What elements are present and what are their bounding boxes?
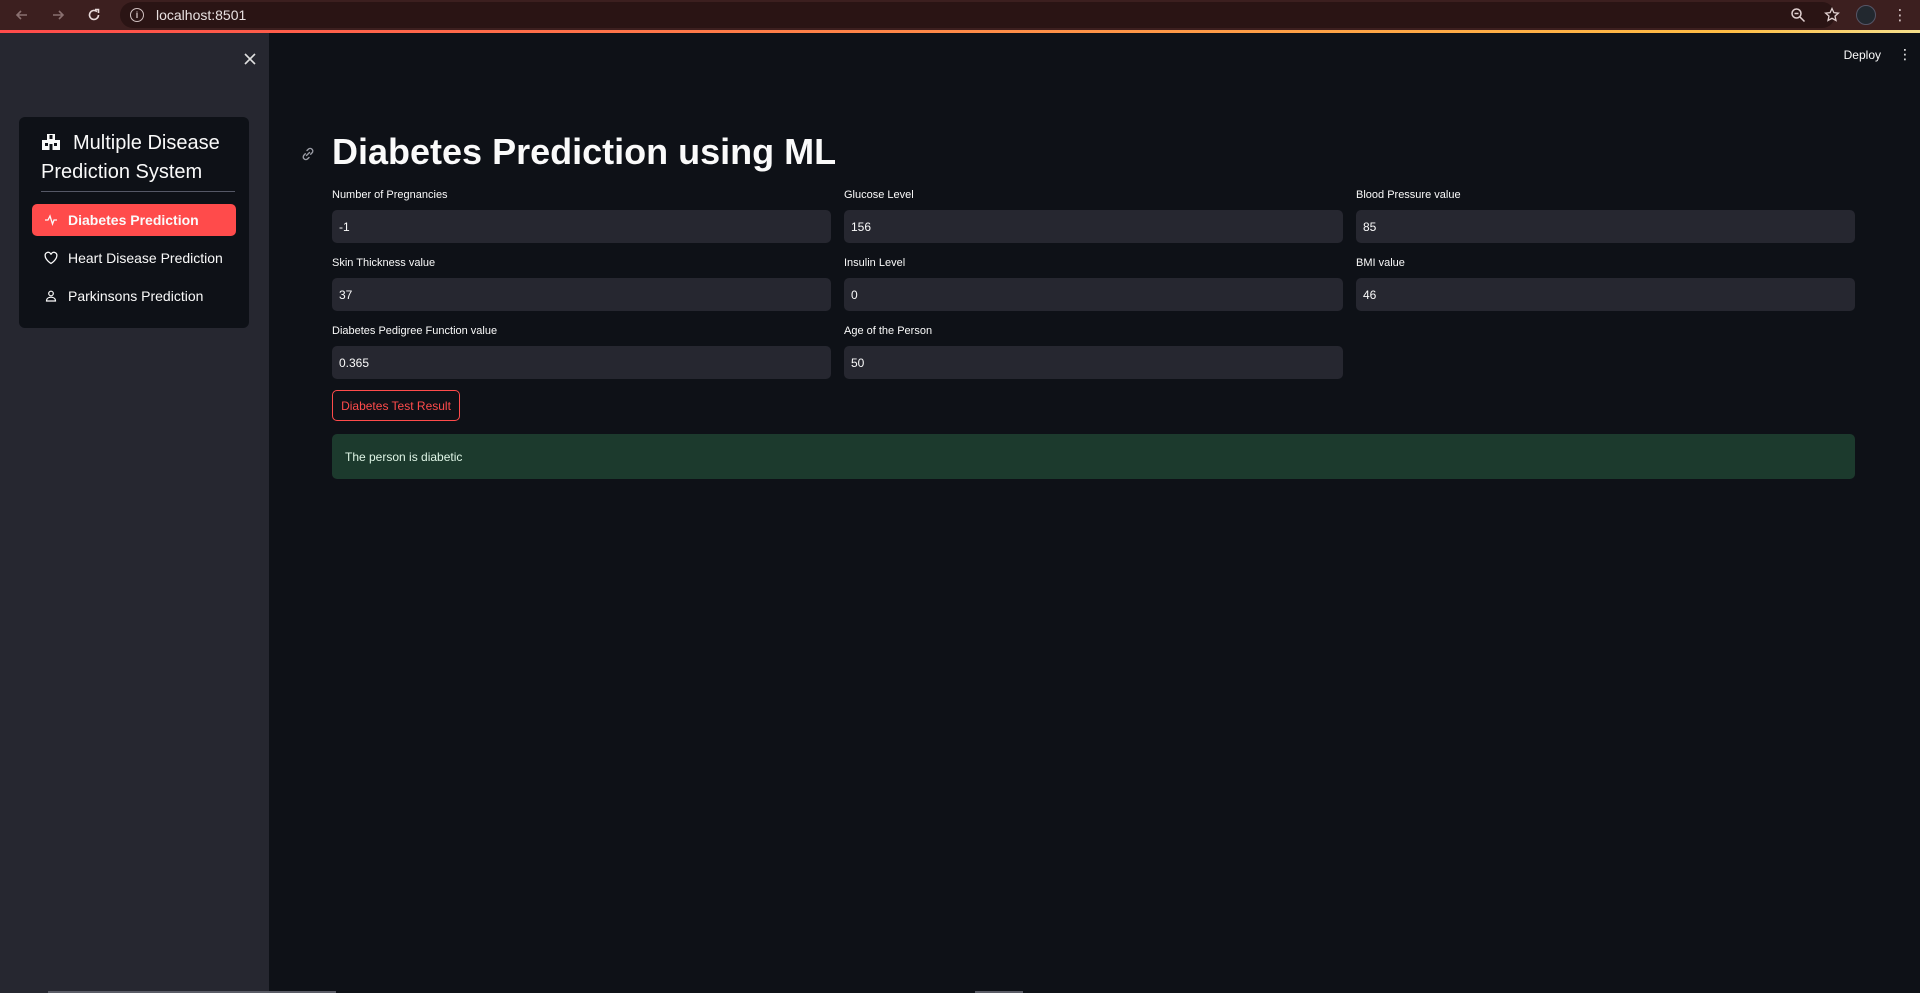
field-label: Diabetes Pedigree Function value	[332, 325, 498, 337]
menu-divider	[41, 191, 235, 192]
diabetes-test-result-button[interactable]: Diabetes Test Result	[332, 390, 460, 421]
menu-title-text: Multiple Disease Prediction System	[41, 132, 220, 183]
reload-icon[interactable]	[76, 0, 112, 30]
option-menu: Multiple Disease Prediction System Diabe…	[19, 117, 249, 328]
hospital-icon	[41, 131, 61, 150]
sidebar-item-heart-disease[interactable]: Heart Disease Prediction	[32, 242, 236, 274]
field-label: BMI value	[1356, 257, 1405, 269]
sidebar-item-label: Parkinsons Prediction	[68, 288, 204, 304]
heart-icon	[44, 251, 58, 265]
url-text: localhost:8501	[156, 7, 247, 23]
address-bar[interactable]: i localhost:8501	[120, 2, 1835, 28]
field-age: Age of the Person 50	[844, 324, 1343, 379]
activity-icon	[44, 213, 58, 227]
skin-thickness-input[interactable]: 37	[332, 278, 831, 311]
sidebar-item-label: Diabetes Prediction	[68, 212, 199, 228]
field-bmi: BMI value 46	[1356, 256, 1855, 311]
pregnancies-input[interactable]: -1	[332, 210, 831, 243]
browser-toolbar: i localhost:8501 ⋮	[0, 0, 1920, 30]
menu-title: Multiple Disease Prediction System	[41, 129, 241, 187]
sidebar-item-label: Heart Disease Prediction	[68, 250, 223, 266]
main-menu-icon[interactable]: ⋮	[1898, 46, 1912, 63]
zoom-icon[interactable]	[1788, 5, 1808, 25]
main-content: Deploy ⋮ Diabetes Prediction using ML Nu…	[269, 33, 1920, 993]
site-info-icon[interactable]: i	[130, 8, 144, 22]
blood-pressure-input[interactable]: 85	[1356, 210, 1855, 243]
field-glucose: Glucose Level 156	[844, 188, 1343, 243]
insulin-input[interactable]: 0	[844, 278, 1343, 311]
back-arrow-icon[interactable]	[4, 0, 40, 30]
field-insulin: Insulin Level 0	[844, 256, 1343, 311]
field-label: Glucose Level	[844, 189, 914, 201]
sidebar-item-parkinsons[interactable]: Parkinsons Prediction	[32, 280, 236, 312]
forward-arrow-icon[interactable]	[40, 0, 76, 30]
anchor-link-icon[interactable]	[299, 145, 317, 163]
bmi-input[interactable]: 46	[1356, 278, 1855, 311]
result-text: The person is diabetic	[345, 449, 463, 464]
field-label: Insulin Level	[844, 257, 906, 269]
field-label: Skin Thickness value	[332, 257, 436, 269]
field-blood-pressure: Blood Pressure value 85	[1356, 188, 1855, 243]
field-pregnancies: Number of Pregnancies -1	[332, 188, 831, 243]
sidebar-item-diabetes[interactable]: Diabetes Prediction	[32, 204, 236, 236]
deploy-button[interactable]: Deploy	[1844, 48, 1881, 62]
close-sidebar-icon[interactable]	[240, 49, 260, 69]
sidebar: Multiple Disease Prediction System Diabe…	[0, 33, 269, 993]
person-icon	[44, 289, 58, 303]
field-label: Blood Pressure value	[1356, 189, 1461, 201]
field-pedigree: Diabetes Pedigree Function value 0.365	[332, 324, 831, 379]
field-label: Number of Pregnancies	[332, 189, 448, 201]
age-input[interactable]: 50	[844, 346, 1343, 379]
chrome-menu-icon[interactable]: ⋮	[1890, 5, 1910, 25]
glucose-input[interactable]: 156	[844, 210, 1343, 243]
bookmark-star-icon[interactable]	[1822, 5, 1842, 25]
pedigree-input[interactable]: 0.365	[332, 346, 831, 379]
field-label: Age of the Person	[844, 325, 933, 337]
field-skin-thickness: Skin Thickness value 37	[332, 256, 831, 311]
page-title: Diabetes Prediction using ML	[332, 131, 837, 172]
profile-avatar[interactable]	[1856, 5, 1876, 25]
result-alert: The person is diabetic	[332, 434, 1855, 479]
